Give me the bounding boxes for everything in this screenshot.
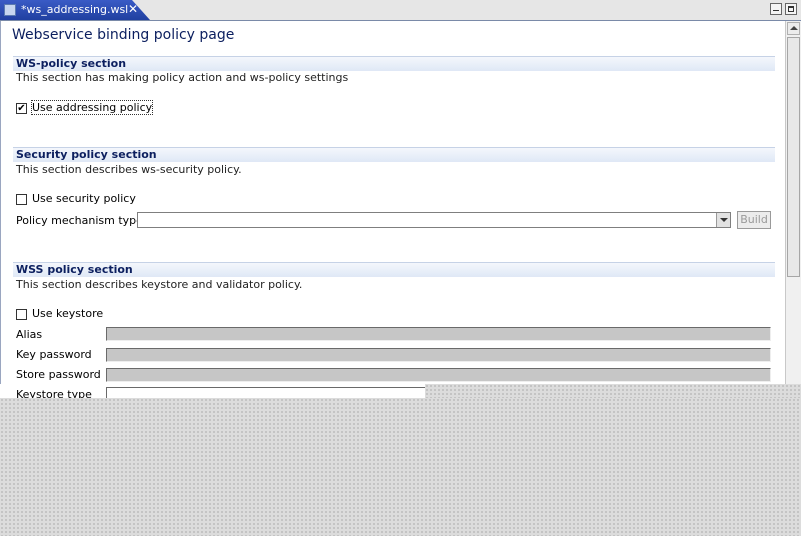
alias-label: Alias	[16, 328, 43, 341]
build-button[interactable]: Build	[737, 211, 771, 229]
scroll-thumb[interactable]	[787, 37, 800, 277]
store-password-field[interactable]	[106, 368, 771, 382]
editor-area: Webservice binding policy page WS-policy…	[0, 21, 785, 401]
security-policy-section-title: Security policy section	[16, 148, 157, 161]
use-security-checkbox[interactable]	[16, 194, 27, 205]
scroll-up-icon[interactable]	[787, 22, 800, 35]
ws-policy-section-title: WS-policy section	[16, 57, 127, 70]
page-title: Webservice binding policy page	[12, 27, 235, 43]
window-controls	[770, 3, 797, 17]
wss-policy-section-title: WSS policy section	[16, 263, 133, 276]
wss-policy-description: This section describes keystore and vali…	[16, 278, 303, 291]
minimize-button[interactable]	[770, 3, 782, 15]
store-password-label: Store password	[16, 368, 101, 381]
file-icon	[4, 4, 16, 16]
tab-title: *ws_addressing.wsl	[21, 3, 129, 16]
use-addressing-checkbox[interactable]: ✔	[16, 103, 27, 114]
policy-mechanism-select[interactable]	[137, 212, 731, 228]
chevron-down-icon[interactable]	[716, 213, 730, 227]
overlay-pattern-right	[425, 384, 801, 398]
security-policy-description: This section describes ws-security polic…	[16, 163, 242, 176]
use-security-label[interactable]: Use security policy	[32, 192, 136, 205]
checkmark-icon: ✔	[17, 103, 26, 114]
vertical-scrollbar[interactable]	[785, 21, 801, 384]
ws-policy-section-header[interactable]: WS-policy section	[13, 56, 775, 71]
security-policy-section-header[interactable]: Security policy section	[13, 147, 775, 162]
overlay-pattern	[0, 398, 801, 536]
maximize-button[interactable]	[785, 3, 797, 15]
alias-field[interactable]	[106, 327, 771, 341]
ws-policy-description: This section has making policy action an…	[16, 71, 349, 84]
key-password-field[interactable]	[106, 348, 771, 362]
policy-mechanism-label: Policy mechanism type	[16, 214, 143, 227]
use-keystore-checkbox[interactable]	[16, 309, 27, 320]
close-icon[interactable]: ✕	[128, 2, 138, 16]
use-keystore-label[interactable]: Use keystore	[32, 307, 103, 320]
editor-tab-strip: *ws_addressing.wsl ✕	[0, 0, 801, 21]
key-password-label: Key password	[16, 348, 92, 361]
wss-policy-section-header[interactable]: WSS policy section	[13, 262, 775, 277]
editor-tab[interactable]: *ws_addressing.wsl ✕	[0, 0, 150, 20]
use-addressing-label[interactable]: Use addressing policy	[30, 100, 154, 115]
